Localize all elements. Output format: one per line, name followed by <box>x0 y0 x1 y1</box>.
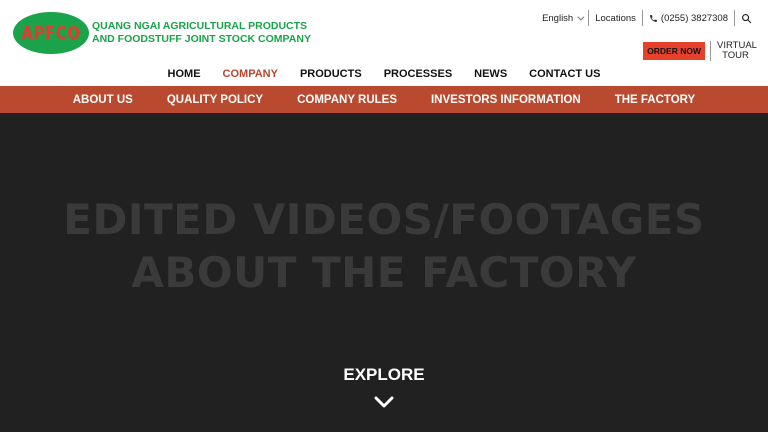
main-nav: HOME COMPANY PRODUCTS PROCESSES NEWS CON… <box>0 68 768 80</box>
subnav-the-factory[interactable]: THE FACTORY <box>615 94 696 106</box>
nav-home[interactable]: HOME <box>168 68 201 80</box>
subnav-quality-policy[interactable]: QUALITY POLICY <box>167 94 263 106</box>
logo-text: APFCO <box>21 22 81 44</box>
search-button[interactable] <box>735 10 752 26</box>
nav-company[interactable]: COMPANY <box>223 68 278 80</box>
nav-contact-us[interactable]: CONTACT US <box>529 68 600 80</box>
search-icon <box>742 13 752 23</box>
company-name-line1: QUANG NGAI AGRICULTURAL PRODUCTS <box>92 20 308 32</box>
phone-icon <box>650 14 657 22</box>
phone-link[interactable]: (0255) 3827308 <box>643 10 735 26</box>
locations-link[interactable]: Locations <box>589 10 643 26</box>
virtual-tour-link[interactable]: VIRTUAL TOUR <box>710 41 757 61</box>
language-label: English <box>542 12 574 24</box>
virtual-tour-line2: TOUR <box>722 50 749 61</box>
order-area: ORDER NOW VIRTUAL TOUR <box>643 41 757 61</box>
site-header: APFCO QUANG NGAI AGRICULTURAL PRODUCTS A… <box>0 0 768 86</box>
hero-title-line1: EDITED VIDEOS/FOOTAGES <box>63 195 705 244</box>
company-name-line2: AND FOODSTUFF JOINT STOCK COMPANY <box>92 33 311 45</box>
nav-products[interactable]: PRODUCTS <box>300 68 362 80</box>
hero-section: EDITED VIDEOS/FOOTAGES ABOUT THE FACTORY… <box>0 113 768 432</box>
chevron-down-icon <box>577 13 585 21</box>
apfco-logo: APFCO <box>13 12 89 54</box>
nav-processes[interactable]: PROCESSES <box>384 68 452 80</box>
company-name: QUANG NGAI AGRICULTURAL PRODUCTS AND FOO… <box>92 20 311 46</box>
nav-news[interactable]: NEWS <box>474 68 507 80</box>
subnav-company-rules[interactable]: COMPANY RULES <box>297 94 397 106</box>
hero-title-line2: ABOUT THE FACTORY <box>131 248 637 297</box>
subnav-investors-information[interactable]: INVESTORS INFORMATION <box>431 94 581 106</box>
explore-button[interactable]: EXPLORE <box>0 365 768 385</box>
logo-link[interactable]: APFCO QUANG NGAI AGRICULTURAL PRODUCTS A… <box>13 12 311 54</box>
order-now-button[interactable]: ORDER NOW <box>643 42 705 60</box>
phone-number: (0255) 3827308 <box>660 12 728 24</box>
chevron-down-icon[interactable] <box>374 396 394 408</box>
language-selector[interactable]: English <box>536 10 590 26</box>
locations-label: Locations <box>595 12 636 24</box>
utility-bar: English Locations (0255) 3827308 <box>536 10 752 26</box>
company-subnav: ABOUT US QUALITY POLICY COMPANY RULES IN… <box>0 86 768 113</box>
hero-title: EDITED VIDEOS/FOOTAGES ABOUT THE FACTORY <box>0 193 768 299</box>
subnav-about-us[interactable]: ABOUT US <box>73 94 133 106</box>
